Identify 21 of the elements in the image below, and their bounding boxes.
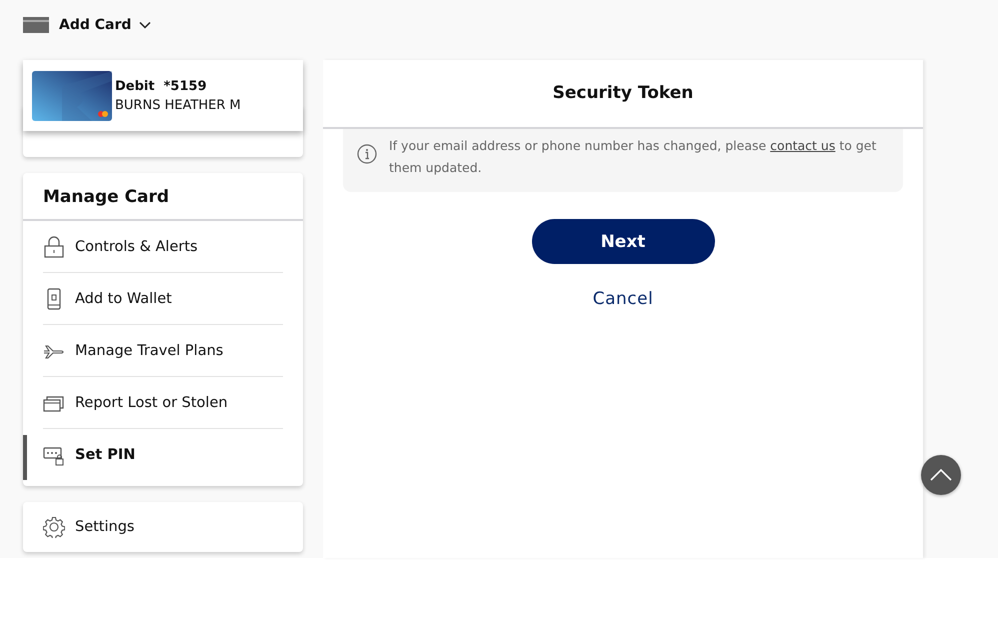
selected-card-popup[interactable]: Debit *5159 BURNS HEATHER M xyxy=(23,60,303,131)
info-icon xyxy=(357,144,377,164)
section-title: Manage Card xyxy=(23,173,303,221)
settings-icon xyxy=(43,516,65,538)
chevron-down-icon xyxy=(139,21,152,29)
card-title: Debit *5159 xyxy=(115,78,208,94)
lock-icon xyxy=(43,236,65,258)
card-holder-name: BURNS HEATHER M xyxy=(115,98,241,112)
info-text: If your email address or phone number has changed, please contact us to get them updated. xyxy=(389,137,878,177)
chevron-up-icon xyxy=(930,469,952,481)
add-card-dropdown[interactable]: Add Card xyxy=(23,17,152,33)
cancel-link[interactable]: Cancel xyxy=(592,289,654,309)
contact-us-link[interactable]: contact us xyxy=(770,138,836,153)
menu-item[interactable]: Report Lost or Stolen xyxy=(43,376,283,428)
menu-item[interactable]: Manage Travel Plans xyxy=(43,324,283,376)
menu-item[interactable]: Add to Wallet xyxy=(43,272,283,324)
scroll-to-top-button[interactable] xyxy=(921,455,961,495)
next-button[interactable]: Next xyxy=(532,219,714,264)
settings-item[interactable]: Settings xyxy=(23,502,303,552)
menu-item[interactable]: Controls & Alerts xyxy=(43,221,283,272)
card-icon xyxy=(23,17,49,33)
